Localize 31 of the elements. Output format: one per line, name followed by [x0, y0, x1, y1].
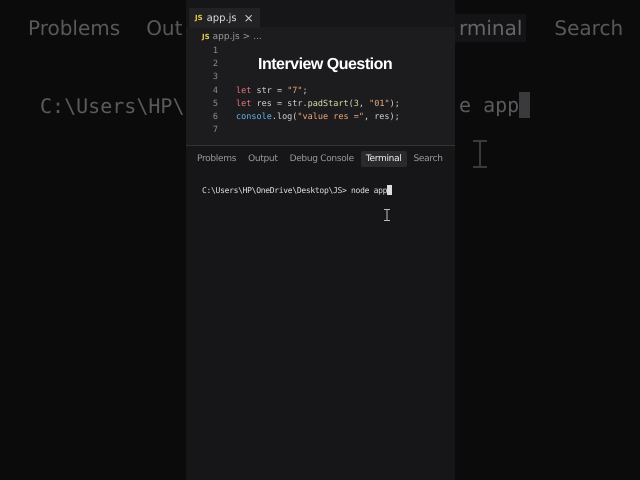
panel-tab[interactable]: Terminal — [360, 151, 406, 168]
text-cursor — [387, 185, 392, 196]
close-icon[interactable]: × — [244, 11, 254, 25]
code-line: console.log("value res =", res); — [236, 112, 400, 122]
code-line: let str = "7"; — [236, 86, 308, 96]
tab-label: app.js — [206, 12, 237, 24]
line-number: 3 — [212, 72, 218, 82]
text-cursor — [519, 92, 530, 118]
panel-tab[interactable]: Search — [408, 151, 448, 168]
line-number: 7 — [212, 125, 218, 136]
breadcrumb-item[interactable]: app.js — [212, 32, 240, 42]
panel-tab[interactable]: Output — [243, 151, 283, 168]
code-line: let res = str.padStart(3, "01"); — [236, 98, 400, 109]
line-number: 5 — [212, 98, 218, 109]
panel-tab-label: Out — [145, 15, 184, 42]
line-number: 6 — [212, 112, 218, 122]
line-number: 2 — [212, 58, 218, 69]
line-number: 4 — [212, 86, 218, 96]
text-cursor-icon — [384, 209, 390, 222]
breadcrumb-item[interactable]: ... — [253, 32, 262, 42]
text-cursor-icon — [473, 140, 487, 168]
terminal-prompt: C:\Users\HP\OneDrive\Desktop\JS> node app — [202, 186, 388, 195]
panel-tab[interactable]: Debug Console — [284, 151, 359, 168]
caption: Interview Question — [258, 56, 392, 74]
terminal-text: e app — [459, 93, 520, 117]
panel-tab-label: Problems — [27, 15, 122, 42]
line-number: 1 — [212, 46, 218, 56]
panel-tab-label: Search — [553, 15, 624, 42]
panel-tab[interactable]: Problems — [192, 151, 242, 168]
terminal-text: C:\Users\HP\ — [40, 94, 186, 118]
breadcrumb-separator: > — [242, 32, 250, 42]
